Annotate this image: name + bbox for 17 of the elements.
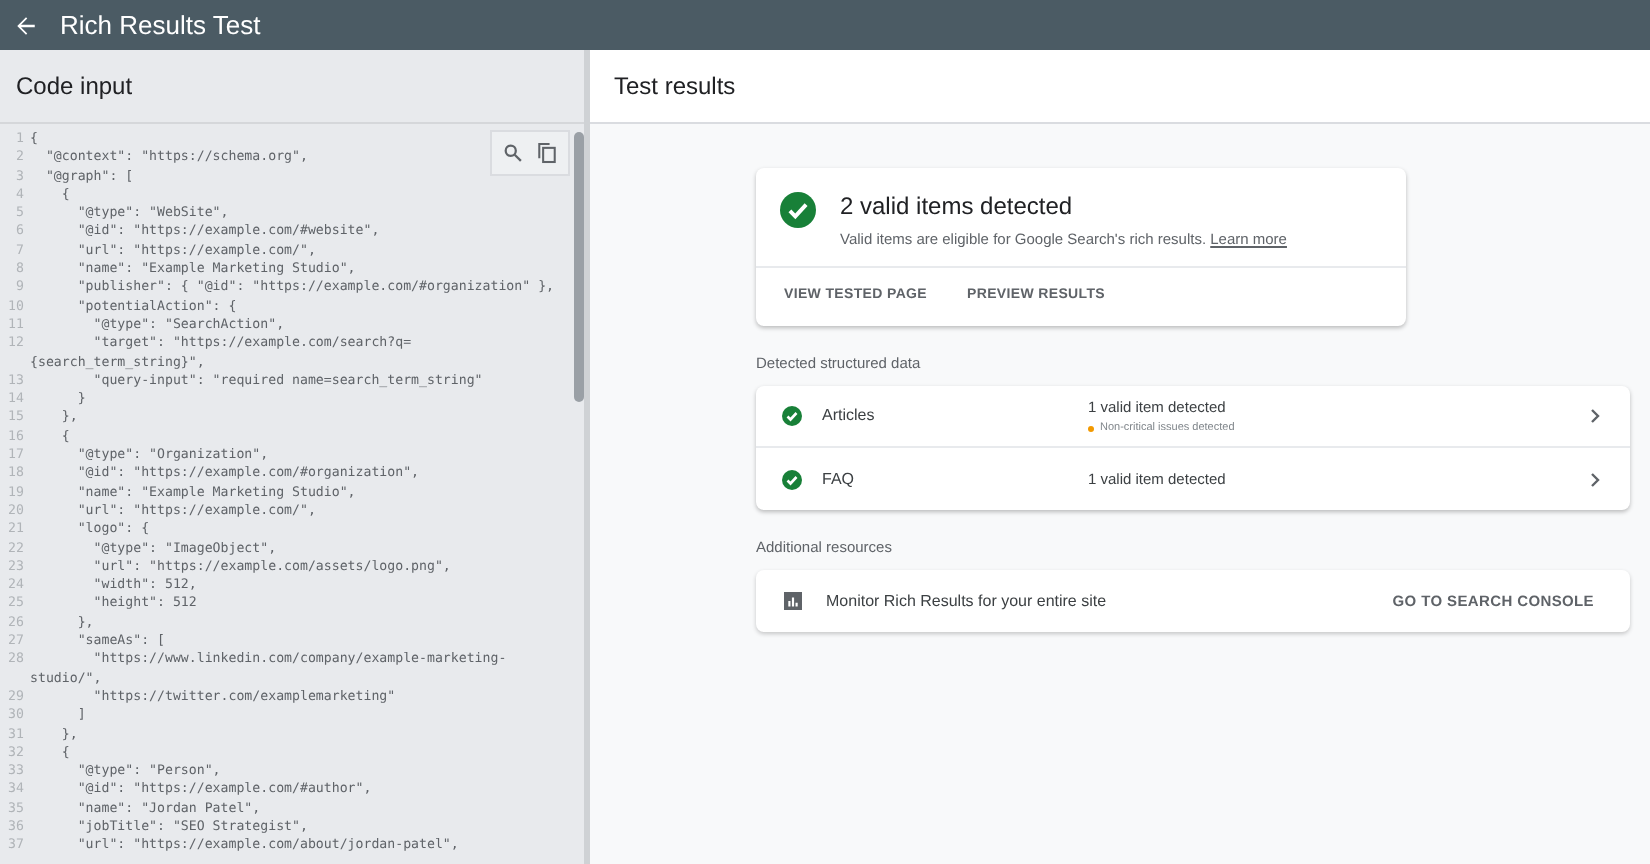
resource-label: Monitor Rich Results for your entire site (826, 589, 1107, 614)
check-circle-icon (782, 406, 802, 426)
app-title: Rich Results Test (60, 7, 261, 44)
search-icon[interactable] (504, 144, 522, 162)
item-type: Articles (822, 404, 877, 428)
check-circle-icon (780, 192, 816, 228)
scrollbar-thumb[interactable] (574, 132, 584, 402)
chevron-right-icon (1590, 408, 1600, 424)
panel-title: Code input (16, 70, 133, 104)
copy-icon[interactable] (538, 142, 556, 164)
back-arrow-icon[interactable] (16, 15, 36, 35)
chart-icon (784, 592, 802, 611)
chevron-right-icon (1590, 471, 1600, 487)
check-circle-icon (782, 469, 802, 489)
panel-title: Test results (614, 70, 736, 104)
summary-title: 2 valid items detected (840, 190, 1075, 224)
item-type: FAQ (822, 467, 857, 491)
